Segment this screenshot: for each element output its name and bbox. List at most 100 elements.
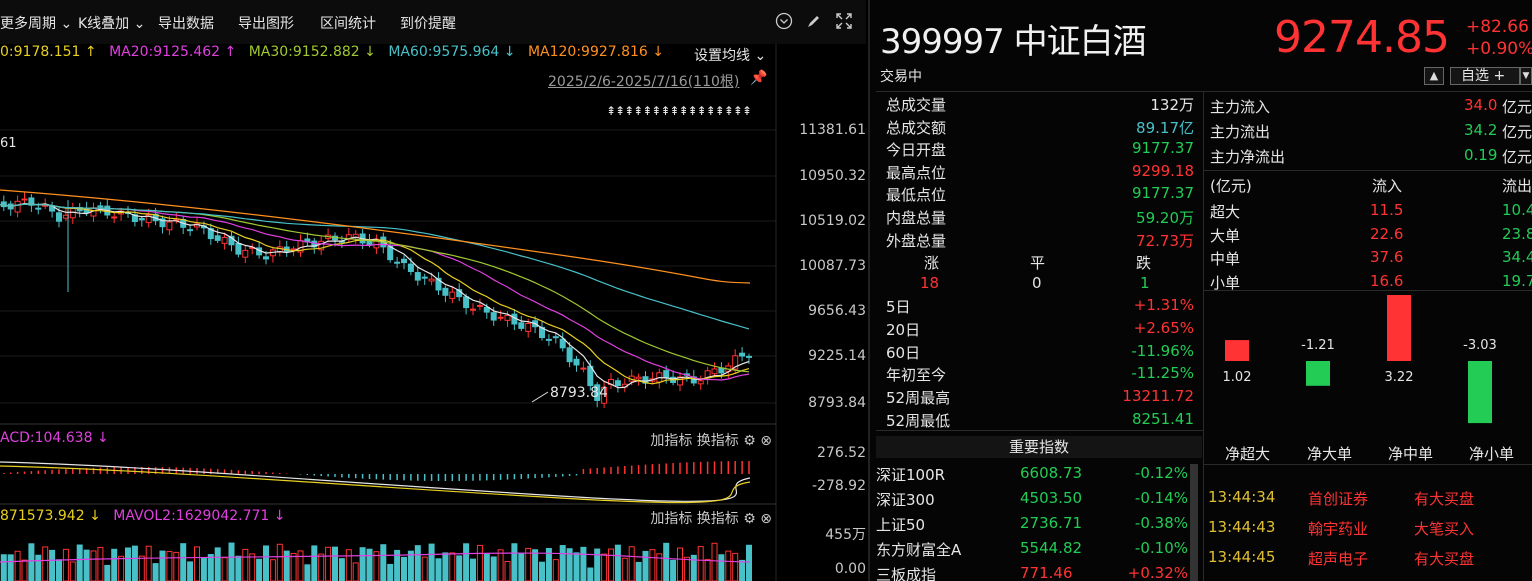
stat-row: 最高点位 9299.18 [886, 161, 1194, 182]
volume-bar [207, 554, 214, 581]
volume-bar [200, 557, 207, 581]
flow-row: 超大 11.5 10.4 [1210, 201, 1532, 221]
candle [614, 377, 621, 393]
volume-bar [235, 555, 242, 581]
candle [539, 320, 545, 341]
watchlist-dropdown-icon[interactable]: ▼ [1520, 67, 1532, 85]
tick-row[interactable]: 13:44:34 首创证券 有大买盘 [1208, 488, 1532, 512]
volume-bar [435, 558, 442, 581]
kline-canvas[interactable]: 8793.84 [0, 0, 866, 581]
volume-bar [269, 559, 276, 581]
ma-line [0, 202, 750, 389]
main-outflow-row: 主力流出 34.2 亿元 [1210, 121, 1532, 141]
volume-bar [242, 548, 249, 581]
switch-indicator-button[interactable]: 换指标 [697, 511, 739, 527]
volume-bar [118, 555, 125, 581]
gear-icon[interactable]: ⚙ [743, 433, 756, 449]
volume-bar [256, 558, 263, 581]
close-icon[interactable]: ⊗ [760, 433, 772, 449]
volume-bar [104, 564, 111, 581]
volume-bar [476, 544, 483, 581]
candle [21, 192, 28, 204]
candle [518, 315, 525, 332]
volume-bar [62, 548, 69, 581]
volume-bar [746, 544, 752, 581]
stat-row: 总成交额 89.17亿 [886, 118, 1194, 137]
candle [635, 373, 642, 386]
volume-bar [428, 543, 435, 581]
kline-chart-panel[interactable]: 更多周期 ⌄ K线叠加 ⌄ 导出数据 导出图形 区间统计 到价提醒 0:9178… [0, 0, 866, 581]
mavol2-value: MAVOL2:1629042.771 ↓ [113, 508, 286, 524]
switch-indicator-button[interactable]: 换指标 [697, 433, 739, 449]
add-indicator-button[interactable]: 加指标 [650, 433, 692, 449]
volume-bar [573, 552, 580, 581]
tick-row[interactable]: 13:44:45 超声电子 有大买盘 [1208, 548, 1532, 572]
candle [159, 215, 166, 234]
down-count: 1 [1140, 274, 1150, 292]
divider [1203, 464, 1532, 465]
volume-bar [221, 557, 228, 581]
candle [180, 215, 187, 234]
volume-bar [614, 544, 621, 581]
vol-value: 871573.942 ↓ [0, 508, 101, 524]
macd-value: ACD:104.638 ↓ [0, 430, 109, 446]
index-row[interactable]: 深证300 4503.50 -0.14% [876, 489, 1188, 513]
volume-bar [490, 556, 497, 581]
volume-bar [152, 563, 159, 581]
candle [580, 361, 587, 373]
volume-bar [14, 550, 21, 581]
alert-bell-icon[interactable]: ▲ [1424, 67, 1444, 85]
candle [235, 236, 242, 258]
volume-bar [421, 556, 428, 581]
perf-row: 52周最高 13211.72 [886, 387, 1194, 408]
candle [421, 273, 428, 285]
perf-row: 52周最低 8251.41 [886, 410, 1194, 430]
volume-bar [601, 553, 608, 581]
net-flow-bar [1225, 340, 1249, 361]
index-row[interactable]: 深证100R 6608.73 -0.12% [876, 464, 1188, 488]
candle [476, 298, 483, 310]
index-row[interactable]: 上证50 2736.71 -0.38% [876, 514, 1188, 538]
candle [621, 378, 628, 393]
volume-bar [173, 551, 180, 581]
candle [642, 371, 649, 389]
volume-bar [249, 553, 256, 581]
flow-table-header: (亿元) 流入 流出 [1210, 177, 1532, 195]
index-row[interactable]: 三板成指 771.46 +0.32% [876, 564, 1188, 581]
candle [573, 355, 580, 372]
volume-bar [532, 549, 539, 581]
stat-row: 内盘总量 59.20万 [886, 209, 1194, 227]
candle [739, 347, 746, 362]
volume-bar [504, 560, 511, 581]
index-scrollbar[interactable] [1190, 464, 1198, 581]
volume-bar [35, 554, 42, 581]
index-row[interactable]: 东方财富全A 5544.82 -0.10% [876, 539, 1188, 563]
candle [670, 370, 677, 386]
candle [704, 366, 711, 385]
close-icon[interactable]: ⊗ [760, 511, 772, 527]
candle [545, 334, 552, 346]
ma-line [0, 203, 750, 381]
gear-icon[interactable]: ⚙ [743, 511, 756, 527]
net-flow-bar [1468, 361, 1492, 424]
volume-bar [559, 545, 566, 581]
volume-bar [76, 544, 83, 581]
candle [194, 217, 200, 231]
candle [14, 195, 21, 218]
stock-change: +82.66 +0.90% [1466, 16, 1532, 60]
volume-bar [456, 555, 463, 581]
index-section-header: 重要指数 [876, 436, 1202, 458]
candle [677, 372, 683, 392]
market-breadth: 涨 平 跌 18 0 1 [920, 254, 1152, 292]
volume-bar [442, 552, 449, 581]
perf-row: 60日 -11.96% [886, 341, 1194, 362]
add-indicator-button[interactable]: 加指标 [650, 511, 692, 527]
perf-row: 5日 +1.31% [886, 296, 1194, 316]
candle [249, 243, 256, 255]
volume-bar [345, 549, 352, 581]
net-bar-label: 净大单 [1307, 445, 1353, 463]
add-watchlist-button[interactable]: 自选 + [1450, 67, 1520, 85]
candle [0, 195, 7, 212]
volume-bar [642, 550, 649, 581]
tick-row[interactable]: 13:44:43 翰宇药业 大笔买入 [1208, 518, 1532, 542]
